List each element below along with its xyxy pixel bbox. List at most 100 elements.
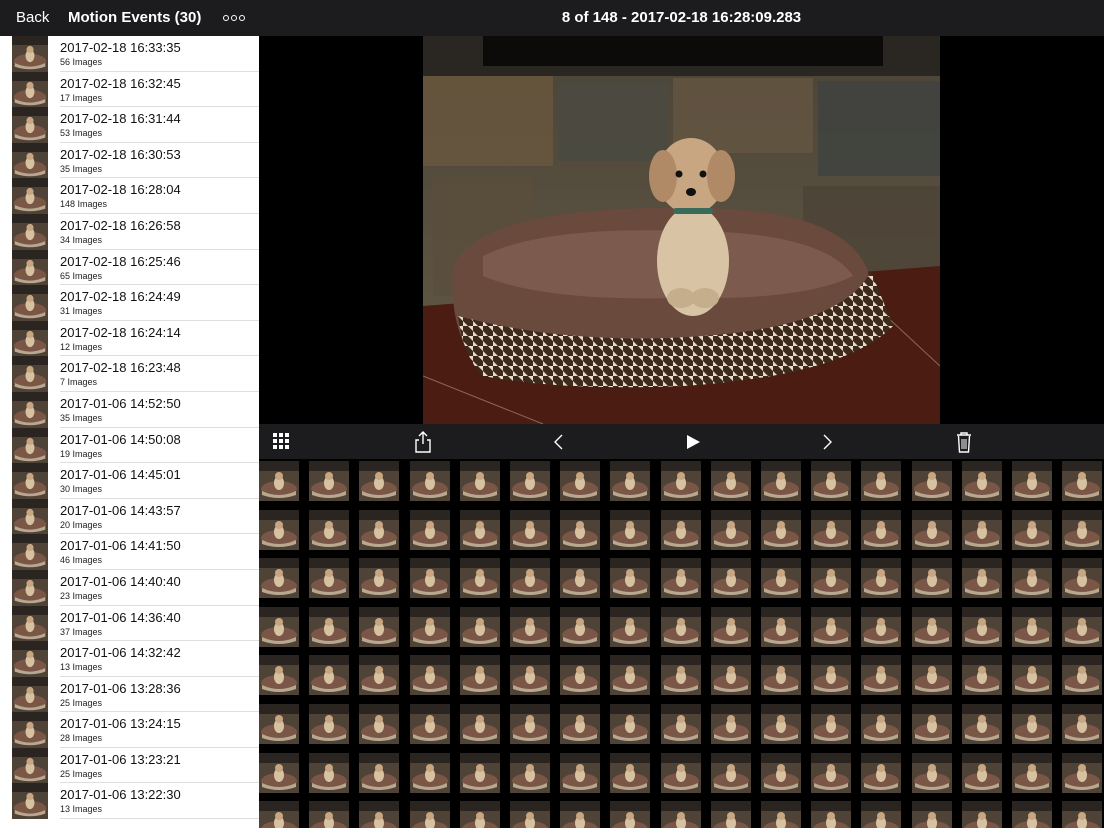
share-icon[interactable] [411,430,435,454]
frame-thumbnail[interactable] [460,510,500,550]
frame-thumbnail[interactable] [811,558,851,598]
frame-thumbnail[interactable] [1062,510,1102,550]
frame-thumbnail[interactable] [410,655,450,695]
frame-thumbnail[interactable] [359,704,399,744]
frame-thumbnail[interactable] [460,753,500,793]
frame-thumbnail[interactable] [1062,607,1102,647]
frame-thumbnail[interactable] [410,510,450,550]
frame-thumbnail[interactable] [861,655,901,695]
frame-thumbnail[interactable] [761,461,801,501]
frame-thumbnail[interactable] [811,753,851,793]
event-row[interactable]: 2017-02-18 16:24:14 12 Images [0,320,259,357]
frame-thumbnail[interactable] [1062,558,1102,598]
chevron-right-icon[interactable] [815,430,839,454]
frame-thumbnail[interactable] [1062,461,1102,501]
frame-thumbnail[interactable] [962,753,1002,793]
frame-thumbnail[interactable] [610,558,650,598]
frame-thumbnail[interactable] [309,461,349,501]
chevron-left-icon[interactable] [547,430,571,454]
trash-icon[interactable] [952,430,976,454]
back-button[interactable]: Back [16,9,49,26]
frame-thumbnail[interactable] [259,461,299,501]
event-row[interactable]: 2017-01-06 14:45:01 30 Images [0,463,259,499]
event-row[interactable]: 2017-01-06 14:41:50 46 Images [0,534,259,570]
frame-thumbnail[interactable] [1012,510,1052,550]
frame-thumbnail[interactable] [510,655,550,695]
event-row[interactable]: 2017-01-06 14:40:40 23 Images [0,569,259,606]
frame-thumbnail[interactable] [861,801,901,828]
frame-thumbnail[interactable] [1012,655,1052,695]
frame-thumbnail[interactable] [309,704,349,744]
frame-thumbnail[interactable] [259,655,299,695]
frame-thumbnail[interactable] [711,801,751,828]
event-row[interactable]: 2017-01-06 14:50:08 19 Images [0,427,259,464]
frame-thumbnail[interactable] [610,461,650,501]
frame-thumbnail[interactable] [661,558,701,598]
frame-thumbnail[interactable] [912,704,952,744]
frame-thumbnail[interactable] [861,461,901,501]
frame-thumbnail[interactable] [359,753,399,793]
frame-thumbnail[interactable] [410,558,450,598]
frame-thumbnail[interactable] [661,607,701,647]
frame-thumbnail[interactable] [861,607,901,647]
frame-thumbnail[interactable] [309,607,349,647]
event-row[interactable]: 2017-01-06 13:28:36 25 Images [0,676,259,713]
frame-thumbnail[interactable] [912,510,952,550]
frame-thumbnail[interactable] [861,510,901,550]
frame-thumbnail[interactable] [359,655,399,695]
frame-thumbnail[interactable] [811,704,851,744]
frame-thumbnail[interactable] [460,558,500,598]
frame-thumbnail[interactable] [861,558,901,598]
frame-thumbnail[interactable] [761,510,801,550]
frame-thumbnail[interactable] [610,753,650,793]
frame-thumbnail[interactable] [962,461,1002,501]
frame-thumbnail[interactable] [460,801,500,828]
frame-thumbnail[interactable] [610,655,650,695]
event-row[interactable]: 2017-02-18 16:23:48 7 Images [0,356,259,392]
frame-thumbnail[interactable] [460,704,500,744]
frame-thumbnail[interactable] [711,753,751,793]
event-row[interactable]: 2017-02-18 16:25:46 65 Images [0,249,259,286]
frame-thumbnail[interactable] [962,607,1002,647]
event-row[interactable]: 2017-01-06 14:36:40 37 Images [0,605,259,642]
frame-thumbnail[interactable] [1062,753,1102,793]
frame-thumbnail[interactable] [711,461,751,501]
grid-view-icon[interactable] [273,433,289,449]
frame-thumbnail[interactable] [661,510,701,550]
frame-thumbnail[interactable] [811,801,851,828]
frame-thumbnail[interactable] [510,558,550,598]
frame-thumbnail[interactable] [309,753,349,793]
frame-thumbnail[interactable] [560,558,600,598]
frame-thumbnail[interactable] [661,704,701,744]
event-row[interactable]: 2017-02-18 16:32:45 17 Images [0,71,259,108]
frame-thumbnail[interactable] [460,461,500,501]
frame-thumbnail[interactable] [259,801,299,828]
frame-thumbnail[interactable] [309,558,349,598]
frame-thumbnail[interactable] [510,607,550,647]
frame-thumbnail[interactable] [410,753,450,793]
frame-thumbnail[interactable] [259,704,299,744]
frame-thumbnail[interactable] [560,801,600,828]
frame-thumbnail[interactable] [811,607,851,647]
frames-grid[interactable] [259,459,1104,828]
frame-thumbnail[interactable] [761,801,801,828]
frame-thumbnail[interactable] [912,558,952,598]
frame-thumbnail[interactable] [661,655,701,695]
frame-thumbnail[interactable] [761,753,801,793]
frame-thumbnail[interactable] [962,704,1002,744]
frame-thumbnail[interactable] [410,801,450,828]
event-row[interactable]: 2017-01-06 14:32:42 13 Images [0,641,259,677]
frame-thumbnail[interactable] [510,753,550,793]
frame-thumbnail[interactable] [359,801,399,828]
frame-thumbnail[interactable] [711,510,751,550]
event-row[interactable]: 2017-02-18 16:24:49 31 Images [0,285,259,321]
frame-thumbnail[interactable] [761,655,801,695]
frame-thumbnail[interactable] [711,607,751,647]
event-row[interactable]: 2017-01-06 14:52:50 35 Images [0,391,259,428]
frame-thumbnail[interactable] [259,607,299,647]
frame-thumbnail[interactable] [1012,607,1052,647]
frame-thumbnail[interactable] [610,801,650,828]
frame-thumbnail[interactable] [1012,558,1052,598]
frame-thumbnail[interactable] [460,655,500,695]
frame-thumbnail[interactable] [861,753,901,793]
